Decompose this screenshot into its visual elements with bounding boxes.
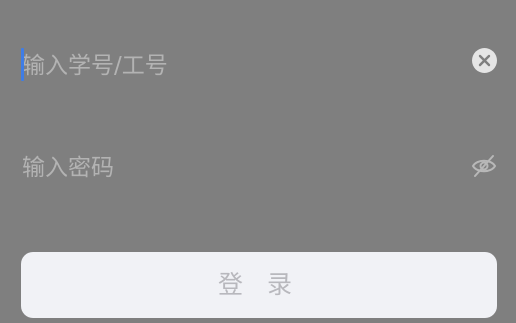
password-field[interactable]: 输入密码: [0, 146, 516, 190]
login-button[interactable]: 登 录: [21, 252, 497, 318]
clear-input-button[interactable]: [472, 48, 497, 73]
eye-off-icon: [471, 155, 497, 177]
password-input[interactable]: 输入密码: [22, 146, 452, 190]
account-input[interactable]: 输入学号/工号: [22, 44, 452, 88]
text-caret: [21, 48, 24, 81]
login-screen: 输入学号/工号 输入密码 登 录: [0, 0, 516, 323]
toggle-password-visibility-button[interactable]: [470, 152, 498, 180]
account-field[interactable]: 输入学号/工号: [0, 44, 516, 88]
close-icon: [478, 54, 491, 67]
